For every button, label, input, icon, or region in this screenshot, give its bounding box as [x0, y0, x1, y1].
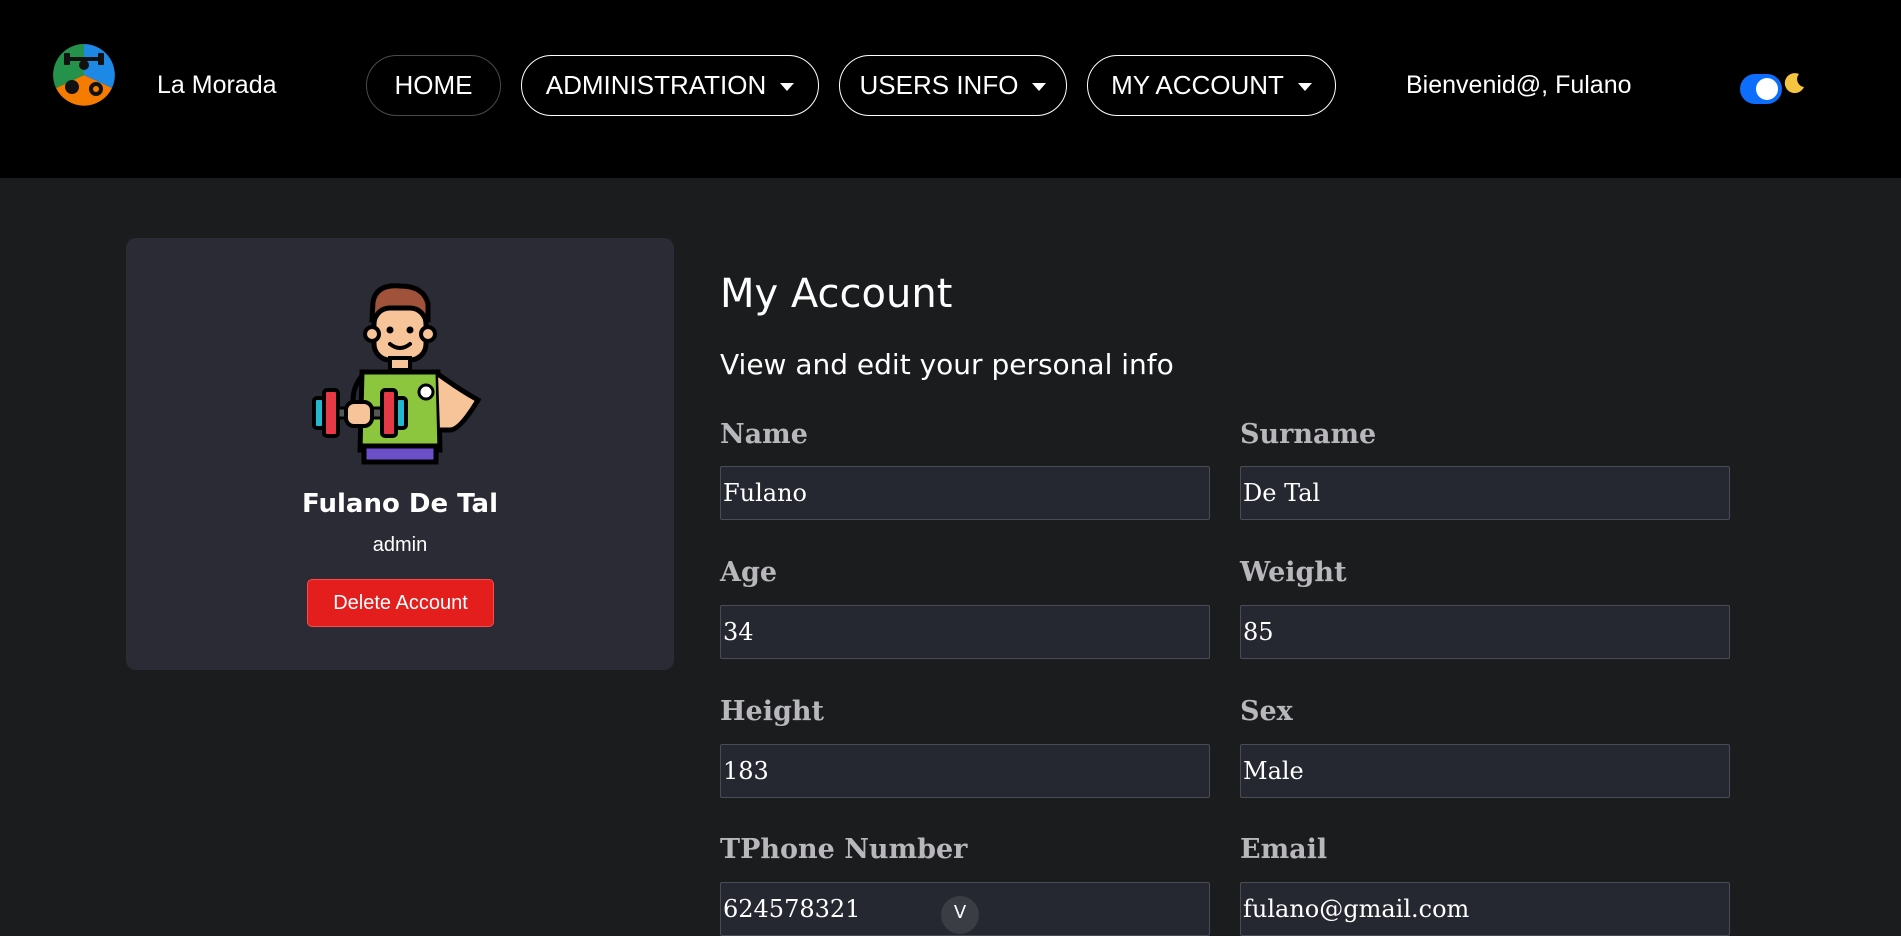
caret-down-icon	[780, 82, 795, 91]
height-label: Height	[720, 696, 824, 727]
age-label: Age	[720, 557, 778, 588]
weight-field[interactable]	[1240, 605, 1730, 659]
nav-my-account-label: MY ACCOUNT	[1111, 70, 1284, 100]
nav-administration-dropdown[interactable]: ADMINISTRATION	[521, 55, 819, 116]
nav-home-button[interactable]: HOME	[366, 55, 501, 116]
nav-home-label: HOME	[394, 70, 473, 100]
name-field[interactable]	[720, 466, 1210, 520]
nav-administration-label: ADMINISTRATION	[545, 70, 767, 100]
surname-field[interactable]	[1240, 466, 1730, 520]
height-field[interactable]	[720, 744, 1210, 798]
athlete-avatar-icon	[312, 283, 482, 465]
dark-mode-toggle[interactable]	[1740, 74, 1782, 104]
page-subtitle: View and edit your personal info	[720, 348, 1174, 381]
nav-users-info-dropdown[interactable]: USERS INFO	[839, 55, 1067, 116]
email-label: Email	[1240, 834, 1328, 865]
gym-logo-icon[interactable]	[52, 43, 116, 107]
nav-my-account-dropdown[interactable]: MY ACCOUNT	[1087, 55, 1336, 116]
scroll-down-button[interactable]: V	[941, 896, 979, 934]
toggle-knob	[1756, 78, 1778, 100]
moon-icon	[1784, 73, 1804, 94]
profile-full-name: Fulano De Tal	[302, 489, 498, 519]
caret-down-icon	[1032, 82, 1047, 91]
caret-down-icon	[1297, 82, 1312, 91]
age-field[interactable]	[720, 605, 1210, 659]
top-navbar: La Morada HOME ADMINISTRATION USERS INFO…	[0, 0, 1901, 178]
nav-users-info-label: USERS INFO	[859, 70, 1019, 100]
sex-field[interactable]	[1240, 744, 1730, 798]
name-label: Name	[720, 419, 808, 450]
profile-role: admin	[372, 534, 428, 556]
email-field[interactable]	[1240, 882, 1730, 936]
page-title: My Account	[720, 271, 953, 317]
sex-label: Sex	[1240, 696, 1293, 727]
welcome-message: Bienvenid@, Fulano	[1406, 71, 1632, 99]
phone-label: TPhone Number	[720, 834, 968, 865]
brand-name[interactable]: La Morada	[157, 69, 277, 101]
weight-label: Weight	[1240, 557, 1347, 588]
surname-label: Surname	[1240, 419, 1377, 450]
delete-account-button[interactable]: Delete Account	[307, 579, 494, 627]
